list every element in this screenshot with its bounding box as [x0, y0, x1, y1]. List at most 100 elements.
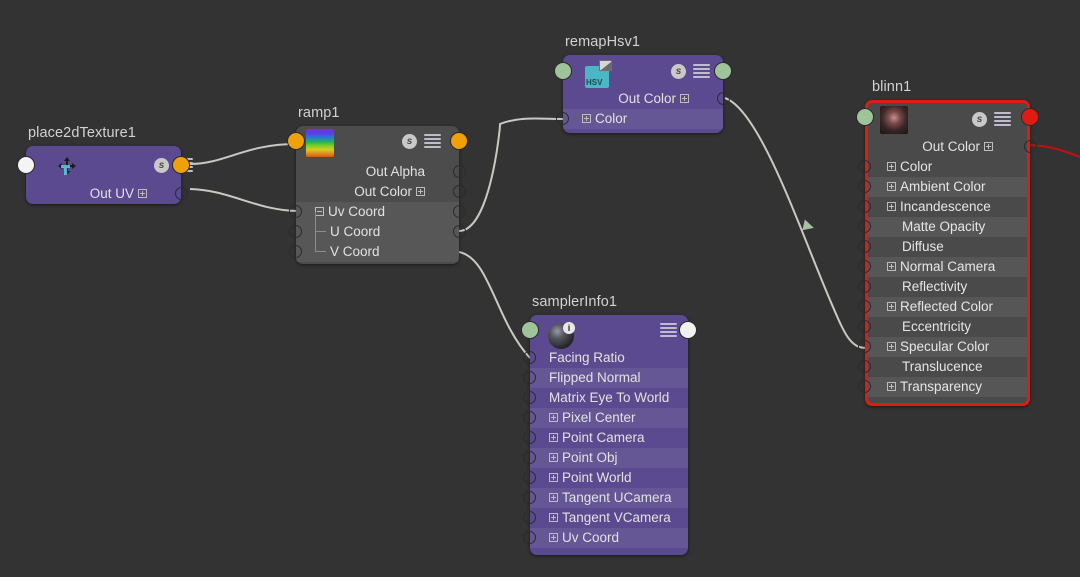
input-row-transparency[interactable]: Transparency: [858, 377, 1027, 397]
node-editor-canvas[interactable]: place2dTexture1 s Out UV ramp1 s Out Alp…: [0, 0, 1080, 577]
input-row-eccentricity[interactable]: Eccentricity: [858, 317, 1027, 337]
expand-icon-out-color[interactable]: [680, 93, 689, 103]
port-flipped-normal[interactable]: [523, 371, 536, 384]
input-port-place2dTexture1[interactable]: [17, 156, 35, 174]
input-row-v-coord[interactable]: V Coord: [289, 212, 459, 262]
expand-icon-uv-coord[interactable]: [549, 532, 558, 542]
expand-icon-color[interactable]: [887, 161, 896, 171]
expand-icon-color[interactable]: [582, 113, 591, 123]
attr-row-matrix-eye-to-world[interactable]: Matrix Eye To World: [523, 388, 688, 408]
output-port-remapHsv1[interactable]: [714, 62, 732, 80]
attr-row-point-obj[interactable]: Point Obj: [523, 448, 688, 468]
output-port-place2dTexture1[interactable]: [172, 156, 190, 174]
expand-icon-pixel-center[interactable]: [549, 412, 558, 422]
port-color[interactable]: [858, 160, 871, 173]
output-port-ramp1[interactable]: [450, 132, 468, 150]
expand-icon-specular-color[interactable]: [887, 341, 896, 351]
port-out-color[interactable]: [717, 92, 730, 105]
port-uv-coord[interactable]: [289, 205, 302, 218]
node-blinn1[interactable]: blinn1 s Out Color Color Ambient Color I…: [856, 79, 1039, 406]
output-port-blinn1[interactable]: [1021, 108, 1039, 126]
input-row-reflected-color[interactable]: Reflected Color: [858, 297, 1027, 317]
port-specular-color[interactable]: [858, 340, 871, 353]
attr-row-facing-ratio[interactable]: Facing Ratio: [523, 348, 688, 368]
output-row-out-alpha[interactable]: Out Alpha: [296, 162, 466, 182]
input-port-blinn1[interactable]: [856, 108, 874, 126]
list-icon[interactable]: [693, 64, 710, 80]
port-matte-opacity[interactable]: [858, 220, 871, 233]
port-incandescence[interactable]: [858, 200, 871, 213]
port-eccentricity[interactable]: [858, 320, 871, 333]
attr-row-flipped-normal[interactable]: Flipped Normal: [523, 368, 688, 388]
expand-icon-out-color[interactable]: [416, 186, 425, 196]
expand-icon-out-uv[interactable]: [138, 188, 147, 198]
input-row-ambient-color[interactable]: Ambient Color: [858, 177, 1027, 197]
s-badge-icon[interactable]: s: [154, 158, 169, 173]
input-row-color[interactable]: Color: [858, 157, 1027, 177]
port-out-uv[interactable]: [175, 187, 188, 200]
attr-row-tangent-vcamera[interactable]: Tangent VCamera: [523, 508, 688, 528]
attr-row-pixel-center[interactable]: Pixel Center: [523, 408, 688, 428]
node-ramp1[interactable]: ramp1 s Out Alpha Out Color Uv Coord U C…: [287, 105, 468, 264]
attr-row-tangent-ucamera[interactable]: Tangent UCamera: [523, 488, 688, 508]
input-port-ramp1[interactable]: [287, 132, 305, 150]
list-icon[interactable]: [994, 112, 1011, 128]
port-reflectivity[interactable]: [858, 280, 871, 293]
port-transparency[interactable]: [858, 380, 871, 393]
s-badge-icon[interactable]: s: [671, 64, 686, 79]
port-tangent-ucamera[interactable]: [523, 491, 536, 504]
input-row-reflectivity[interactable]: Reflectivity: [858, 277, 1027, 297]
input-row-matte-opacity[interactable]: Matte Opacity: [858, 217, 1027, 237]
port-u-coord-right[interactable]: [453, 225, 466, 238]
node-remapHsv1[interactable]: remapHsv1 s Out Color Color: [554, 34, 732, 133]
output-port-samplerInfo1[interactable]: [679, 321, 697, 339]
attr-row-point-world[interactable]: Point World: [523, 468, 688, 488]
expand-icon-transparency[interactable]: [887, 381, 896, 391]
port-out-color[interactable]: [1024, 140, 1037, 153]
blinn-sphere-swatch[interactable]: [880, 106, 908, 134]
input-row-normal-camera[interactable]: Normal Camera: [858, 257, 1027, 277]
input-port-samplerInfo1[interactable]: [521, 321, 539, 339]
node-samplerInfo1[interactable]: samplerInfo1 i Facing Ratio Flipped Norm…: [521, 294, 697, 555]
port-diffuse[interactable]: [858, 240, 871, 253]
port-out-color[interactable]: [453, 185, 466, 198]
port-reflected-color[interactable]: [858, 300, 871, 313]
expand-icon-point-world[interactable]: [549, 472, 558, 482]
expand-icon-tangent-vcamera[interactable]: [549, 512, 558, 522]
port-point-obj[interactable]: [523, 451, 536, 464]
list-icon[interactable]: [424, 134, 441, 150]
port-out-alpha[interactable]: [453, 165, 466, 178]
port-point-camera[interactable]: [523, 431, 536, 444]
node-place2dTexture1[interactable]: place2dTexture1 s Out UV: [17, 125, 193, 204]
ramp-gradient-swatch[interactable]: [306, 129, 334, 157]
port-uv-coord-right[interactable]: [453, 205, 466, 218]
port-pixel-center[interactable]: [523, 411, 536, 424]
expand-icon-normal-camera[interactable]: [887, 261, 896, 271]
expand-icon-reflected-color[interactable]: [887, 301, 896, 311]
port-ambient-color[interactable]: [858, 180, 871, 193]
port-uv-coord[interactable]: [523, 531, 536, 544]
s-badge-icon[interactable]: s: [972, 112, 987, 127]
output-row-out-color[interactable]: Out Color: [868, 137, 1037, 157]
input-row-incandescence[interactable]: Incandescence: [858, 197, 1027, 217]
attr-row-uv-coord[interactable]: Uv Coord: [523, 528, 688, 548]
list-icon[interactable]: [660, 323, 677, 339]
expand-icon-tangent-ucamera[interactable]: [549, 492, 558, 502]
output-row-out-color[interactable]: Out Color: [563, 89, 730, 109]
input-row-color[interactable]: Color: [556, 109, 723, 129]
port-v-coord[interactable]: [289, 245, 302, 258]
expand-icon-out-color[interactable]: [984, 141, 993, 151]
port-point-world[interactable]: [523, 471, 536, 484]
input-row-diffuse[interactable]: Diffuse: [858, 237, 1027, 257]
input-row-translucence[interactable]: Translucence: [858, 357, 1027, 377]
s-badge-icon[interactable]: s: [402, 134, 417, 149]
port-matrix-eye-to-world[interactable]: [523, 391, 536, 404]
output-row-out-color[interactable]: Out Color: [296, 182, 466, 202]
output-row-out-uv[interactable]: Out UV: [26, 184, 188, 204]
port-tangent-vcamera[interactable]: [523, 511, 536, 524]
expand-icon-incandescence[interactable]: [887, 201, 896, 211]
port-normal-camera[interactable]: [858, 260, 871, 273]
expand-icon-point-obj[interactable]: [549, 452, 558, 462]
port-color[interactable]: [556, 112, 569, 125]
input-row-specular-color[interactable]: Specular Color: [858, 337, 1027, 357]
